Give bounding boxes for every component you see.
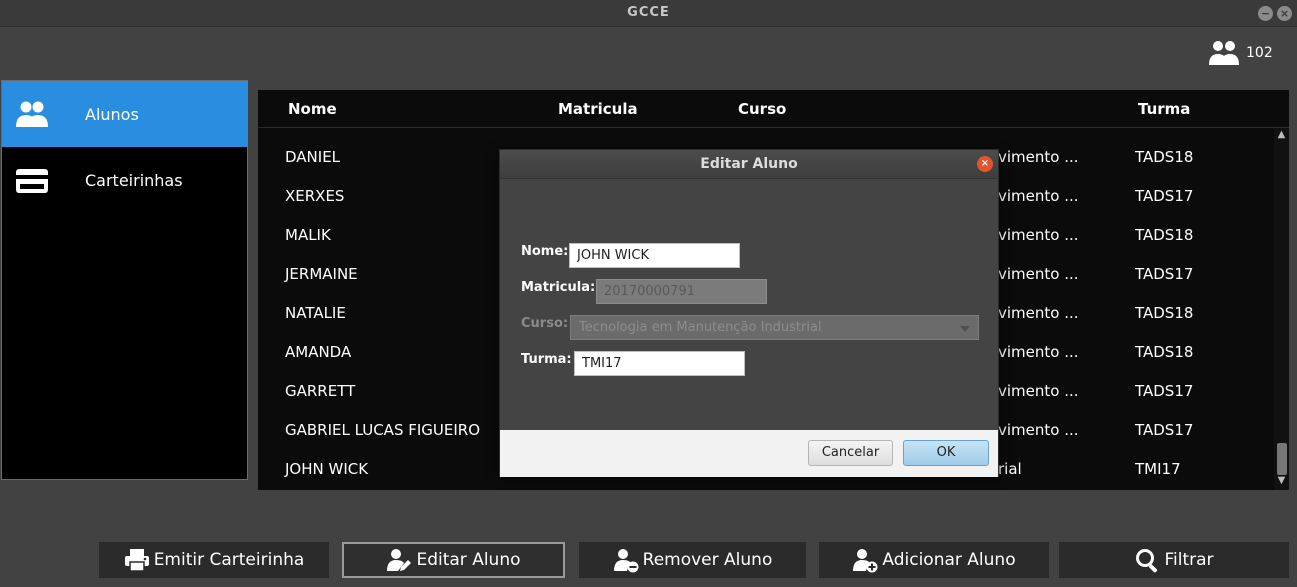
cell-nome: NATALIE — [285, 304, 346, 322]
minimize-button[interactable]: − — [1258, 6, 1273, 21]
turma-field[interactable] — [574, 351, 745, 376]
nome-label: Nome: — [521, 244, 569, 259]
window-title: GCCE — [627, 5, 670, 20]
column-header-curso[interactable]: Curso — [738, 100, 786, 118]
nome-field[interactable] — [569, 243, 740, 268]
search-icon — [1136, 549, 1158, 573]
sidebar-item-alunos[interactable]: Alunos — [2, 81, 248, 147]
cell-turma: TADS18 — [1135, 148, 1194, 166]
cell-nome: MALIK — [285, 226, 331, 244]
cell-nome: JOHN WICK — [285, 460, 369, 478]
cell-curso: vimento ... — [998, 343, 1079, 361]
scroll-down-icon[interactable]: ▼ — [1274, 474, 1289, 488]
edit-student-dialog: Editar Aluno × Nome: Matricula: Curso: T… — [499, 149, 999, 477]
curso-selected-value: Tecnologia em Manutenção Industrial — [579, 320, 822, 335]
cell-nome: XERXES — [285, 187, 345, 205]
matricula-field — [596, 279, 767, 304]
cell-curso: vimento ... — [998, 148, 1079, 166]
card-icon — [16, 169, 48, 193]
scrollbar-thumb[interactable] — [1277, 443, 1287, 475]
dialog-titlebar: Editar Aluno × — [500, 150, 998, 179]
remove-user-icon — [613, 549, 639, 573]
filtrar-button[interactable]: Filtrar — [1059, 542, 1289, 578]
cell-turma: TMI17 — [1135, 460, 1181, 478]
dialog-title: Editar Aluno — [700, 156, 798, 172]
chevron-down-icon — [960, 326, 970, 332]
sidebar-item-label: Carteirinhas — [85, 170, 183, 190]
ok-button[interactable]: OK — [903, 440, 989, 466]
sidebar: Alunos Carteirinhas — [1, 80, 248, 480]
table-scrollbar[interactable]: ▲ ▼ — [1274, 128, 1289, 490]
users-icon — [16, 101, 48, 127]
dialog-footer: Cancelar OK — [500, 430, 998, 477]
cell-nome: DANIEL — [285, 148, 341, 166]
turma-label: Turma: — [521, 352, 572, 367]
cell-nome: GABRIEL LUCAS FIGUEIRO — [285, 421, 481, 439]
cell-curso: vimento ... — [998, 382, 1079, 400]
cell-nome: AMANDA — [285, 343, 352, 361]
sidebar-item-carteirinhas[interactable]: Carteirinhas — [2, 147, 248, 213]
cell-turma: TADS18 — [1135, 226, 1194, 244]
cell-turma: TADS18 — [1135, 343, 1194, 361]
button-label: Emitir Carteirinha — [153, 550, 305, 570]
scroll-up-icon[interactable]: ▲ — [1274, 128, 1289, 142]
matricula-label: Matricula: — [521, 280, 596, 295]
column-header-matricula[interactable]: Matricula — [558, 100, 638, 118]
dialog-close-button[interactable]: × — [977, 156, 993, 172]
window-titlebar: GCCE − × — [0, 0, 1297, 27]
cell-curso: vimento ... — [998, 421, 1079, 439]
cell-turma: TADS17 — [1135, 187, 1194, 205]
curso-label: Curso: — [521, 316, 569, 331]
button-label: Remover Aluno — [642, 550, 773, 570]
curso-select: Tecnologia em Manutenção Industrial — [570, 315, 979, 340]
cancel-button[interactable]: Cancelar — [808, 440, 893, 466]
table-header: Nome Matricula Curso Turma — [258, 90, 1289, 128]
cell-turma: TADS17 — [1135, 421, 1194, 439]
cell-turma: TADS17 — [1135, 265, 1194, 283]
sidebar-item-label: Alunos — [85, 104, 139, 124]
users-icon — [1209, 41, 1239, 65]
printer-icon — [124, 549, 149, 572]
cell-curso: vimento ... — [998, 187, 1079, 205]
editar-aluno-button[interactable]: Editar Aluno — [342, 542, 565, 578]
cell-curso: vimento ... — [998, 304, 1079, 322]
button-label: Adicionar Aluno — [882, 550, 1016, 570]
cell-curso: vimento ... — [998, 226, 1079, 244]
cell-turma: TADS17 — [1135, 382, 1194, 400]
remover-aluno-button[interactable]: Remover Aluno — [579, 542, 806, 578]
cell-nome: JERMAINE — [285, 265, 358, 283]
column-header-turma[interactable]: Turma — [1138, 100, 1190, 118]
add-user-icon — [853, 549, 878, 573]
emitir-carteirinha-button[interactable]: Emitir Carteirinha — [99, 542, 329, 578]
cell-nome: GARRETT — [285, 382, 356, 400]
user-count: 102 — [1208, 38, 1273, 68]
close-window-button[interactable]: × — [1277, 6, 1292, 21]
cell-curso: rial — [998, 460, 1022, 478]
button-label: Editar Aluno — [416, 550, 521, 570]
edit-user-icon — [387, 549, 412, 571]
adicionar-aluno-button[interactable]: Adicionar Aluno — [819, 542, 1049, 578]
cell-curso: vimento ... — [998, 265, 1079, 283]
column-header-nome[interactable]: Nome — [288, 100, 337, 118]
button-label: Filtrar — [1164, 550, 1214, 570]
user-count-value: 102 — [1246, 45, 1273, 61]
cell-turma: TADS18 — [1135, 304, 1194, 322]
